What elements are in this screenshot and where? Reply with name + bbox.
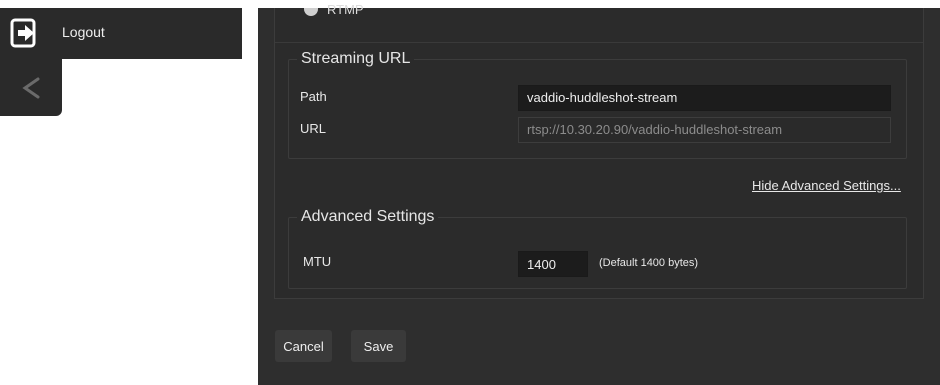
mtu-label: MTU (303, 254, 332, 269)
url-field: rtsp://10.30.20.90/vaddio-huddleshot-str… (518, 117, 891, 143)
chevron-left-icon (22, 77, 40, 99)
cancel-button[interactable]: Cancel (275, 330, 332, 362)
hide-advanced-settings-link[interactable]: Hide Advanced Settings... (752, 178, 901, 193)
streaming-url-title: Streaming URL (297, 50, 415, 68)
sidebar-collapse-button[interactable] (0, 59, 62, 116)
rtmp-radio-label: RTMP (327, 2, 364, 16)
mtu-hint: (Default 1400 bytes) (599, 257, 699, 269)
rtmp-radio[interactable] (304, 8, 318, 16)
save-button[interactable]: Save (351, 330, 406, 362)
advanced-settings-group: Advanced Settings MTU 1400 (Default 1400… (288, 208, 907, 289)
streaming-url-group: Streaming URL Path vaddio-huddleshot-str… (288, 50, 907, 159)
path-label: Path (300, 89, 327, 104)
sidebar-item-label: Logout (62, 24, 105, 40)
logout-icon (10, 18, 36, 48)
protocol-radio-row: RTMP (275, 2, 923, 43)
main-panel: RTMP Streaming URL Path vaddio-huddlesho… (258, 2, 940, 385)
advanced-settings-title: Advanced Settings (297, 208, 439, 226)
path-input[interactable]: vaddio-huddleshot-stream (518, 85, 891, 111)
url-label: URL (300, 121, 327, 136)
streaming-settings-panel: RTMP Streaming URL Path vaddio-huddlesho… (274, 2, 924, 299)
sidebar-item-logout[interactable]: Logout (0, 8, 242, 59)
mtu-input[interactable]: 1400 (518, 251, 588, 277)
